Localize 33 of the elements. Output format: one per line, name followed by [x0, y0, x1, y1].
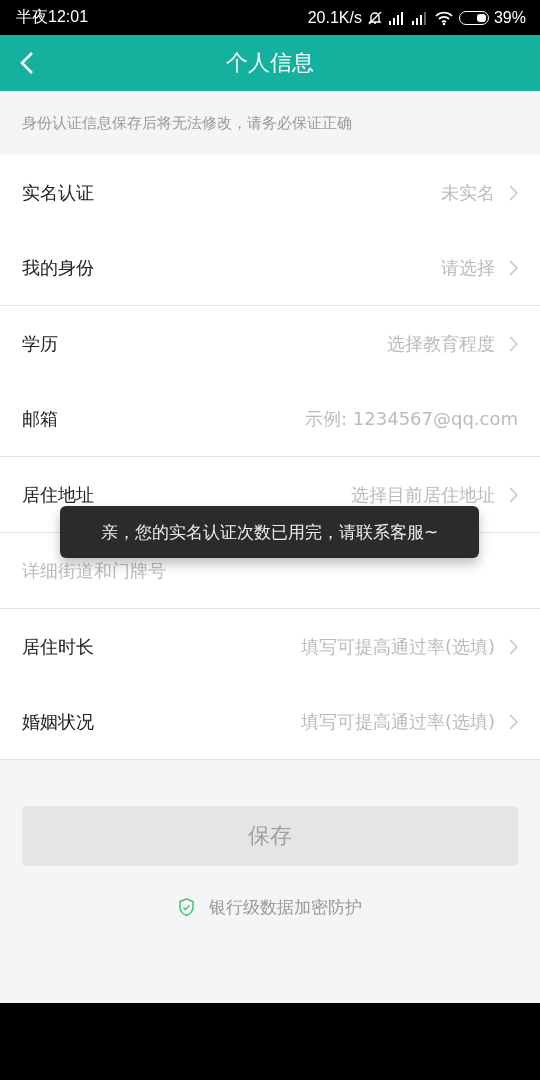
field-label: 居住地址 [22, 482, 94, 507]
field-label: 学历 [22, 331, 58, 356]
back-icon[interactable] [20, 51, 34, 75]
select-field[interactable]: 请选择 [441, 255, 518, 280]
select-field[interactable]: 填写可提高通过率(选填) [300, 634, 518, 659]
select-field[interactable]: 未实名 [441, 180, 518, 205]
network-speed: 20.1K/s [307, 8, 362, 27]
page-title: 个人信息 [226, 49, 314, 77]
security-note: 银行级数据加密防护 [209, 896, 362, 919]
chevron-right-icon [509, 184, 518, 201]
select-field[interactable]: 选择教育程度 [387, 331, 518, 356]
field-label: 婚姻状况 [22, 709, 94, 734]
signal-icon [387, 10, 406, 25]
chevron-right-icon [509, 335, 518, 352]
bell-muted-icon [366, 9, 383, 26]
shield-check-icon [178, 898, 195, 917]
battery-percent: 39% [493, 8, 526, 27]
chevron-right-icon [509, 638, 518, 655]
select-field[interactable]: 填写可提高通过率(选填) [300, 709, 518, 734]
field-label: 我的身份 [22, 255, 94, 280]
field-label: 实名认证 [22, 180, 94, 205]
field-label: 居住时长 [22, 634, 94, 659]
email-field[interactable]: 示例: 1234567@qq.com [98, 403, 518, 434]
select-field[interactable]: 选择目前居住地址 [351, 482, 518, 507]
chevron-right-icon [509, 713, 518, 730]
chevron-right-icon [509, 259, 518, 276]
status-time: 半夜12:01 [16, 7, 89, 27]
wifi-icon [433, 9, 454, 26]
notice-text: 身份认证信息保存后将无法修改，请务必保证正确 [21, 112, 353, 134]
field-label: 邮箱 [22, 406, 58, 431]
message-toast: 亲，您的实名认证次数已用完，请联系客服~ [60, 506, 479, 558]
signal-icon [410, 10, 429, 25]
chevron-right-icon [509, 486, 518, 503]
